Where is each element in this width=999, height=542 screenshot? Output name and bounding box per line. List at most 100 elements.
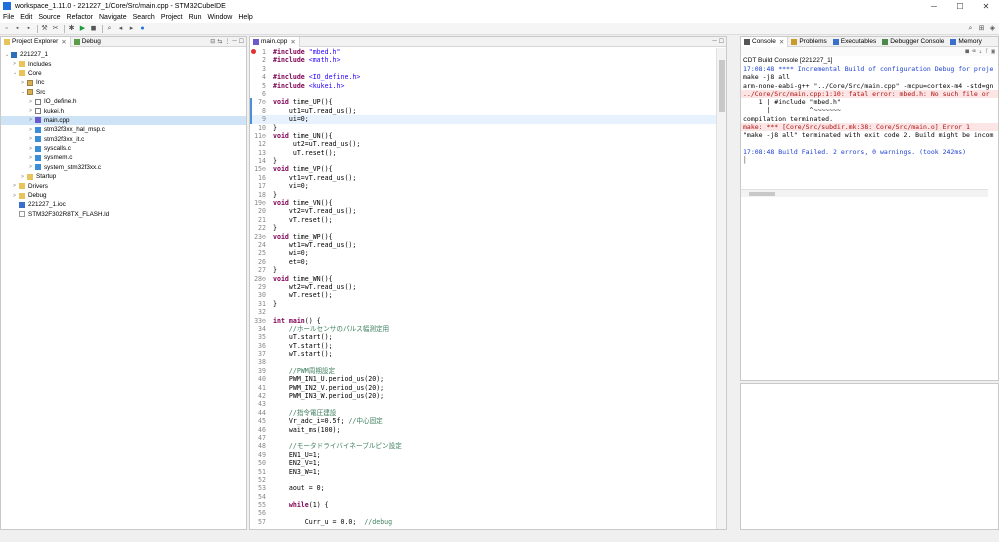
scrollbar-thumb[interactable] xyxy=(719,60,725,112)
code-line[interactable]: 1 #include "mbed.h" xyxy=(250,48,716,56)
code-line[interactable]: 26 et=0; xyxy=(250,258,716,266)
tree-item[interactable]: > stm32f3xx_hal_msp.c xyxy=(1,125,246,134)
minimize-view-icon[interactable]: ─ xyxy=(232,38,236,45)
code-line[interactable]: 4 #include <IO_define.h> xyxy=(250,73,716,81)
next-edit-icon[interactable]: ▸ xyxy=(127,25,136,33)
save-all-icon[interactable]: ▪ xyxy=(24,25,33,33)
code-line[interactable]: 33⊖ int main() { xyxy=(250,317,716,325)
code-line[interactable]: 21 vT.reset(); xyxy=(250,216,716,224)
menu-run[interactable]: Run xyxy=(189,14,202,21)
code-line[interactable]: 35 uT.start(); xyxy=(250,333,716,341)
scrollbar-thumb[interactable] xyxy=(749,192,775,196)
code-line[interactable]: 30 wT.reset(); xyxy=(250,291,716,299)
info-icon[interactable]: ● xyxy=(138,25,147,33)
maximize-view-icon[interactable]: ☐ xyxy=(719,38,724,45)
code-line[interactable]: 12 ut2=uT.read_us(); xyxy=(250,140,716,148)
code-line[interactable]: 9 ui=0; xyxy=(250,115,716,124)
code-line[interactable]: 7⊖ void time_UP(){ xyxy=(250,98,716,107)
code-line[interactable]: 24 wt1=wT.read_us(); xyxy=(250,241,716,249)
maximize-button[interactable]: ☐ xyxy=(947,0,973,12)
code-line[interactable]: 15⊖ void time_VP(){ xyxy=(250,165,716,173)
code-line[interactable]: 50 EN2_V=1; xyxy=(250,459,716,467)
close-button[interactable]: ✕ xyxy=(973,0,999,12)
tree-item[interactable]: ⌄ Core xyxy=(1,69,246,78)
console-output[interactable]: 17:08:48 **** Incremental Build of confi… xyxy=(741,65,998,156)
code-line[interactable]: 16 vt1=vT.read_us(); xyxy=(250,174,716,182)
minimize-button[interactable]: ─ xyxy=(921,0,947,12)
view-menu-icon[interactable]: ⋮ xyxy=(224,38,230,45)
tree-item[interactable]: > Startup xyxy=(1,172,246,181)
code-line[interactable]: 57 Curr_u = 0.0; //debug xyxy=(250,518,716,526)
code-line[interactable]: 48 //モータドライバイネーブルピン設定 xyxy=(250,442,716,450)
menu-project[interactable]: Project xyxy=(161,14,183,21)
code-line[interactable]: 19⊖ void time_VN(){ xyxy=(250,199,716,207)
display-console-icon[interactable]: ▣ xyxy=(991,48,995,55)
tree-item[interactable]: 221227_1.ioc xyxy=(1,200,246,209)
close-icon[interactable]: ✕ xyxy=(779,38,784,46)
console-hscrollbar[interactable] xyxy=(741,189,988,197)
code-line[interactable]: 54 xyxy=(250,493,716,501)
link-editor-icon[interactable]: ⇆ xyxy=(217,38,222,45)
tree-item[interactable]: > main.cpp xyxy=(1,115,246,126)
code-line[interactable]: 46 wait_ms(100); xyxy=(250,426,716,434)
terminate-icon[interactable]: ■ xyxy=(965,48,969,55)
tree-item[interactable]: > sysmem.c xyxy=(1,153,246,162)
code-line[interactable]: 34 //ホールセンサのパルス幅測定用 xyxy=(250,325,716,333)
code-line[interactable]: 20 vt2=vT.read_us(); xyxy=(250,207,716,215)
search-icon[interactable]: ⌕ xyxy=(966,25,975,33)
code-line[interactable]: 11⊖ void time_UN(){ xyxy=(250,132,716,140)
code-line[interactable]: 52 xyxy=(250,476,716,484)
clear-console-icon[interactable]: ⌫ xyxy=(972,48,976,55)
code-line[interactable]: 49 EN1_U=1; xyxy=(250,451,716,459)
tree-item[interactable]: > Includes xyxy=(1,59,246,68)
code-line[interactable]: 39 //PWM周期設定 xyxy=(250,367,716,375)
stop-icon[interactable]: ◼ xyxy=(89,25,98,33)
code-line[interactable]: 38 xyxy=(250,358,716,366)
tab-debugger-console[interactable]: Debugger Console xyxy=(879,37,947,47)
build-icon[interactable]: ⚒ xyxy=(40,25,49,33)
code-line[interactable]: 27} xyxy=(250,266,716,274)
code-line[interactable]: 6 xyxy=(250,90,716,98)
code-area[interactable]: 1 #include "mbed.h" 2 #include <math.h> 3 4 #i… xyxy=(250,48,716,529)
code-line[interactable]: 13 uT.reset(); xyxy=(250,149,716,157)
code-line[interactable]: 56 xyxy=(250,509,716,517)
search-toolbar-icon[interactable]: ⌕ xyxy=(105,25,114,33)
code-line[interactable]: 40 PWM_IN1_U.period_us(20); xyxy=(250,375,716,383)
close-icon[interactable]: ✕ xyxy=(61,38,66,46)
tab-main-cpp[interactable]: main.cpp ✕ xyxy=(250,36,300,47)
tree-item[interactable]: ⌄ 221227_1 xyxy=(1,50,246,59)
code-line[interactable]: 5 #include <kukei.h> xyxy=(250,82,716,90)
tree-item[interactable]: > stm32f3xx_it.c xyxy=(1,135,246,144)
code-line[interactable]: 10} xyxy=(250,124,716,132)
code-line[interactable]: 44 //指令電圧建設 xyxy=(250,409,716,417)
maximize-view-icon[interactable]: ☐ xyxy=(239,38,244,45)
tree-item[interactable]: STM32F302R8TX_FLASH.ld xyxy=(1,210,246,219)
tree-item[interactable]: > Inc xyxy=(1,78,246,87)
code-line[interactable]: 53 aout = 0; xyxy=(250,484,716,492)
editor-scrollbar[interactable] xyxy=(716,48,726,529)
code-line[interactable]: 45 Vr_adc_i=0.5f; //中心固定 xyxy=(250,417,716,425)
prev-edit-icon[interactable]: ◂ xyxy=(116,25,125,33)
run-icon[interactable]: ▶ xyxy=(78,25,87,33)
tree-item[interactable]: ⌄ Src xyxy=(1,88,246,97)
menu-source[interactable]: Source xyxy=(38,14,60,21)
menu-refactor[interactable]: Refactor xyxy=(67,14,93,21)
tree-item[interactable]: > system_stm32f3xx.c xyxy=(1,163,246,172)
code-line[interactable]: 29 wt2=wT.read_us(); xyxy=(250,283,716,291)
tab-executables[interactable]: Executables xyxy=(830,37,879,47)
menu-search[interactable]: Search xyxy=(133,14,155,21)
code-line[interactable]: 36 vT.start(); xyxy=(250,342,716,350)
code-line[interactable]: 2 #include <math.h> xyxy=(250,56,716,64)
code-line[interactable]: 22} xyxy=(250,224,716,232)
code-line[interactable]: 37 wT.start(); xyxy=(250,350,716,358)
tree-item[interactable]: > IO_define.h xyxy=(1,97,246,106)
minimize-view-icon[interactable]: ─ xyxy=(712,38,716,45)
tree-item[interactable]: > kukei.h xyxy=(1,106,246,115)
code-line[interactable]: 8 ut1=uT.read_us(); xyxy=(250,106,716,116)
code-line[interactable]: 3 xyxy=(250,65,716,73)
debug-icon[interactable]: ✱ xyxy=(67,25,76,33)
code-line[interactable]: 55 while(1) { xyxy=(250,501,716,509)
code-line[interactable]: 41 PWM_IN2_V.period_us(20); xyxy=(250,384,716,392)
perspective-icon[interactable]: ⊞ xyxy=(977,25,986,33)
menu-help[interactable]: Help xyxy=(238,14,252,21)
